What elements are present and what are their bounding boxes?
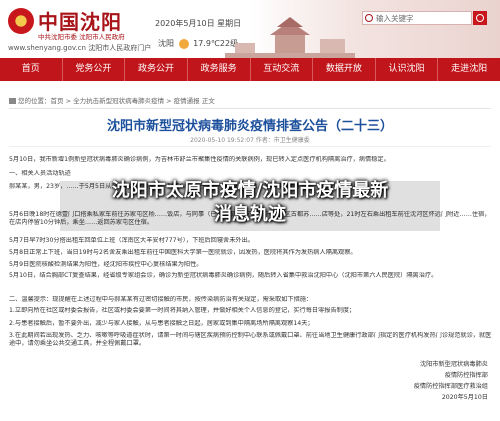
city-skyline-illustration: [225, 17, 355, 58]
site-header: 中国沈阳 中共沈阳市委 沈阳市人民政府 www.shenyang.gov.cn …: [0, 0, 500, 58]
breadcrumb-divider: [9, 108, 491, 109]
nav-item-open-data[interactable]: 数据开放: [313, 58, 376, 81]
search-icon: [365, 14, 373, 22]
site-logo-subtitle: 中共沈阳市委 沈阳市人民政府: [38, 33, 125, 41]
nav-item-government-services[interactable]: 政务服务: [188, 58, 251, 81]
weather-city: 沈阳: [158, 39, 174, 48]
breadcrumb: 您的位置：首页 > 全力抗击新型冠状病毒肺炎疫情 > 疫情通报 正文: [9, 95, 215, 105]
article-paragraph: 5月9日医院核酸检测结果为阳性，经沈阳市疾控中心复核结果为阳性。: [9, 261, 203, 268]
nav-item-home[interactable]: 首页: [0, 58, 63, 81]
site-url-tail: 沈阳市人民政府门户: [88, 44, 152, 52]
nav-item-know-shenyang[interactable]: 认识沈阳: [376, 58, 439, 81]
search-button[interactable]: [473, 11, 487, 25]
article-paragraph: 1.立即向所在社区或村委会报告，社区或村委会要第一时间将其纳入管理，并做好相关个…: [9, 307, 356, 314]
article-section-heading: 一、相关人员活动轨迹: [9, 170, 71, 177]
search-placeholder: 输入关键字: [376, 14, 414, 23]
headline-overlay-line1: 沈阳市太原市疫情/沈阳市疫情最新: [111, 180, 389, 201]
signature-line: 沈阳市新型冠状病毒肺炎: [419, 361, 488, 368]
article-paragraph: 2.与患者接触后，暂不要外出，减少与家人接触，从与患者接触之日起，居家或到集中隔…: [9, 320, 314, 327]
site-url: www.shenyang.gov.cn 沈阳市人民政府门户: [8, 43, 151, 53]
signature-line: 疫情防控指挥部: [444, 372, 488, 379]
emblem-icon: [8, 8, 34, 34]
home-icon: [9, 98, 16, 104]
nav-item-party-affairs[interactable]: 党务公开: [63, 58, 126, 81]
article-paragraph: 5月7日早7时30分搭出租车回单位上班（浑南区大羊安村777号），下班后回寝舍未…: [9, 237, 254, 244]
main-nav: 首页 党务公开 政务公开 政务服务 互动交流 数据开放 认识沈阳 走进沈阳: [0, 58, 500, 81]
article-paragraph: 5月8日正常上下班，当日19时与2名舍友乘出租车前往中国医科大学第一医院就诊，因…: [9, 249, 357, 256]
article-meta: 2020-05-10 19:52:07 作者：市卫生健康委: [190, 137, 310, 144]
article-paragraph: 5月10日，我市新增1例新型冠状病毒肺炎确诊病例，为吉林市舒兰市聚集性疫情的关联…: [9, 156, 390, 163]
article-section-heading: 二、温馨提示：现提醒在上述过程中与郝某某有过密切接触的市民，按传染病防治有关规定…: [9, 296, 313, 303]
article-divider: [9, 146, 491, 147]
site-url-text: www.shenyang.gov.cn: [8, 44, 86, 52]
headline-overlay: 沈阳市太原市疫情/沈阳市疫情最新 消息轨迹: [0, 179, 500, 227]
article-paragraph: 3.在此期间若出现发热、乏力、咳嗽等呼吸道症状时，请第一时间与辖区疾病预防控制中…: [9, 332, 492, 347]
breadcrumb-text[interactable]: 您的位置：首页 > 全力抗击新型冠状病毒肺炎疫情 > 疫情通报 正文: [18, 97, 215, 105]
article-paragraph: 5月10日，结合胸部CT复查结果，经省级专家组会诊，确诊为新型冠状病毒肺炎确诊病…: [9, 272, 438, 279]
nav-item-visit-shenyang[interactable]: 走进沈阳: [438, 58, 500, 81]
article-title: 沈阳市新型冠状病毒肺炎疫情排查公告（二十三）: [106, 119, 393, 134]
sun-icon: [178, 38, 189, 49]
nav-item-interaction[interactable]: 互动交流: [251, 58, 314, 81]
signature-line: 疫情防控指挥部医疗救治组: [413, 383, 488, 390]
nav-item-government-affairs[interactable]: 政务公开: [125, 58, 188, 81]
headline-overlay-line2: 消息轨迹: [214, 204, 286, 225]
signature-date: 2020年5月10日: [441, 394, 488, 401]
search-input[interactable]: 输入关键字: [362, 11, 472, 25]
